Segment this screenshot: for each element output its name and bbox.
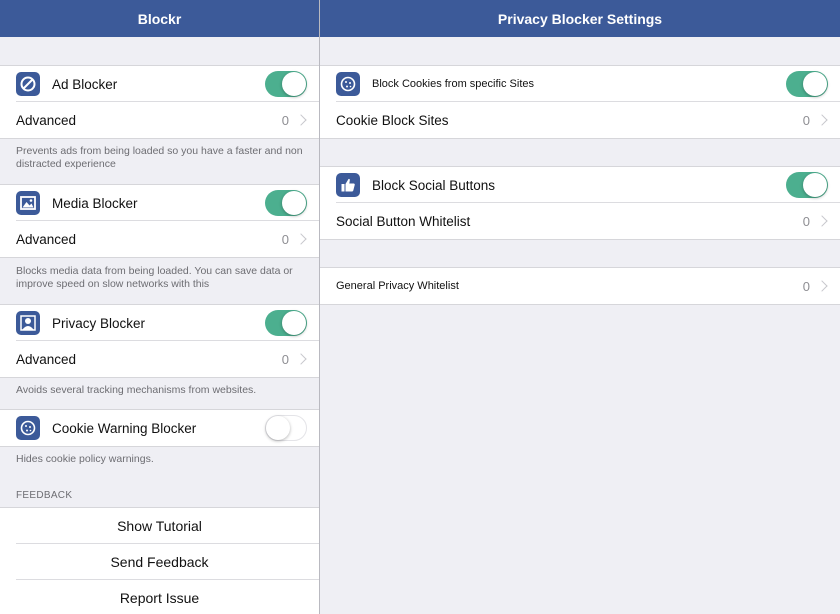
cookie-warning-footer: Hides cookie policy warnings. [16, 453, 154, 465]
feedback-header: FEEDBACK [16, 490, 73, 501]
chevron-right-icon [295, 353, 307, 365]
block-social-toggle[interactable] [786, 172, 828, 198]
block-cookies-label: Block Cookies from specific Sites [372, 78, 534, 90]
left-nav-bar: Blockr [0, 0, 319, 37]
chevron-right-icon [295, 114, 307, 126]
social-group: Block Social Buttons Social Button White… [320, 166, 840, 240]
social-whitelist-row[interactable]: Social Button Whitelist 0 [320, 203, 840, 239]
ad-blocker-toggle[interactable] [265, 71, 307, 97]
privacy-blocker-advanced-row[interactable]: Advanced 0 [0, 341, 319, 377]
block-cookies-toggle[interactable] [786, 71, 828, 97]
media-blocker-footer: Blocks media data from being loaded. You… [16, 265, 293, 290]
advanced-label: Advanced [16, 231, 77, 247]
media-blocker-label: Media Blocker [52, 195, 138, 211]
media-blocker-advanced-row[interactable]: Advanced 0 [0, 221, 319, 257]
report-issue-label: Report Issue [119, 590, 200, 606]
cookie-warning-row: Cookie Warning Blocker [0, 410, 319, 446]
right-nav-bar: Privacy Blocker Settings [320, 0, 840, 37]
social-whitelist-label: Social Button Whitelist [336, 213, 471, 229]
media-blocker-row: Media Blocker [0, 185, 319, 221]
chevron-right-icon [816, 114, 828, 126]
cookie-icon [16, 416, 40, 440]
privacy-blocker-footer: Avoids several tracking mechanisms from … [16, 384, 257, 396]
ad-blocker-row: Ad Blocker [0, 66, 319, 102]
advanced-count: 0 [281, 231, 289, 247]
chevron-right-icon [816, 215, 828, 227]
cookie-warning-group: Cookie Warning Blocker [0, 409, 319, 447]
privacy-blocker-row[interactable]: Privacy Blocker [0, 305, 319, 341]
media-blocker-group: Media Blocker Advanced 0 [0, 184, 319, 258]
send-feedback-label: Send Feedback [110, 554, 209, 570]
ad-blocker-advanced-row[interactable]: Advanced 0 [0, 102, 319, 138]
ad-blocker-footer: Prevents ads from being loaded so you ha… [16, 145, 303, 170]
send-feedback-button[interactable]: Send Feedback [0, 544, 319, 580]
cookie-block-sites-count: 0 [802, 112, 810, 128]
cookie-warning-toggle[interactable] [265, 415, 307, 441]
block-social-row: Block Social Buttons [320, 167, 840, 203]
cookie-icon [336, 72, 360, 96]
app-title: Blockr [137, 10, 182, 27]
thumbs-up-icon [336, 173, 360, 197]
social-whitelist-count: 0 [802, 213, 810, 229]
report-issue-button[interactable]: Report Issue [0, 580, 319, 614]
cookie-block-sites-row[interactable]: Cookie Block Sites 0 [320, 102, 840, 138]
block-icon [16, 72, 40, 96]
detail-title: Privacy Blocker Settings [497, 10, 663, 27]
image-icon [16, 191, 40, 215]
master-pane: Blockr Ad Blocker Advanced 0 Prevents ad… [0, 0, 319, 614]
advanced-count: 0 [281, 112, 289, 128]
ad-blocker-group: Ad Blocker Advanced 0 [0, 65, 319, 139]
chevron-right-icon [295, 233, 307, 245]
general-whitelist-count: 0 [802, 278, 810, 294]
person-icon [16, 311, 40, 335]
advanced-label: Advanced [16, 351, 77, 367]
ad-blocker-label: Ad Blocker [52, 76, 118, 92]
media-blocker-toggle[interactable] [265, 190, 307, 216]
general-whitelist-row[interactable]: General Privacy Whitelist 0 [320, 268, 840, 304]
privacy-blocker-toggle[interactable] [265, 310, 307, 336]
privacy-blocker-label: Privacy Blocker [52, 315, 146, 331]
advanced-count: 0 [281, 351, 289, 367]
show-tutorial-button[interactable]: Show Tutorial [0, 508, 319, 544]
cookie-block-sites-label: Cookie Block Sites [336, 112, 449, 128]
cookies-group: Block Cookies from specific Sites Cookie… [320, 65, 840, 139]
block-social-label: Block Social Buttons [372, 177, 496, 193]
advanced-label: Advanced [16, 112, 77, 128]
general-whitelist-label: General Privacy Whitelist [336, 280, 459, 292]
detail-pane: Privacy Blocker Settings Block Cookies f… [320, 0, 840, 614]
cookie-warning-label: Cookie Warning Blocker [52, 420, 197, 436]
feedback-group: Show Tutorial Send Feedback Report Issue [0, 507, 319, 614]
show-tutorial-label: Show Tutorial [117, 518, 202, 534]
block-cookies-row: Block Cookies from specific Sites [320, 66, 840, 102]
privacy-blocker-group: Privacy Blocker Advanced 0 [0, 304, 319, 378]
general-whitelist-group: General Privacy Whitelist 0 [320, 267, 840, 305]
chevron-right-icon [816, 280, 828, 292]
